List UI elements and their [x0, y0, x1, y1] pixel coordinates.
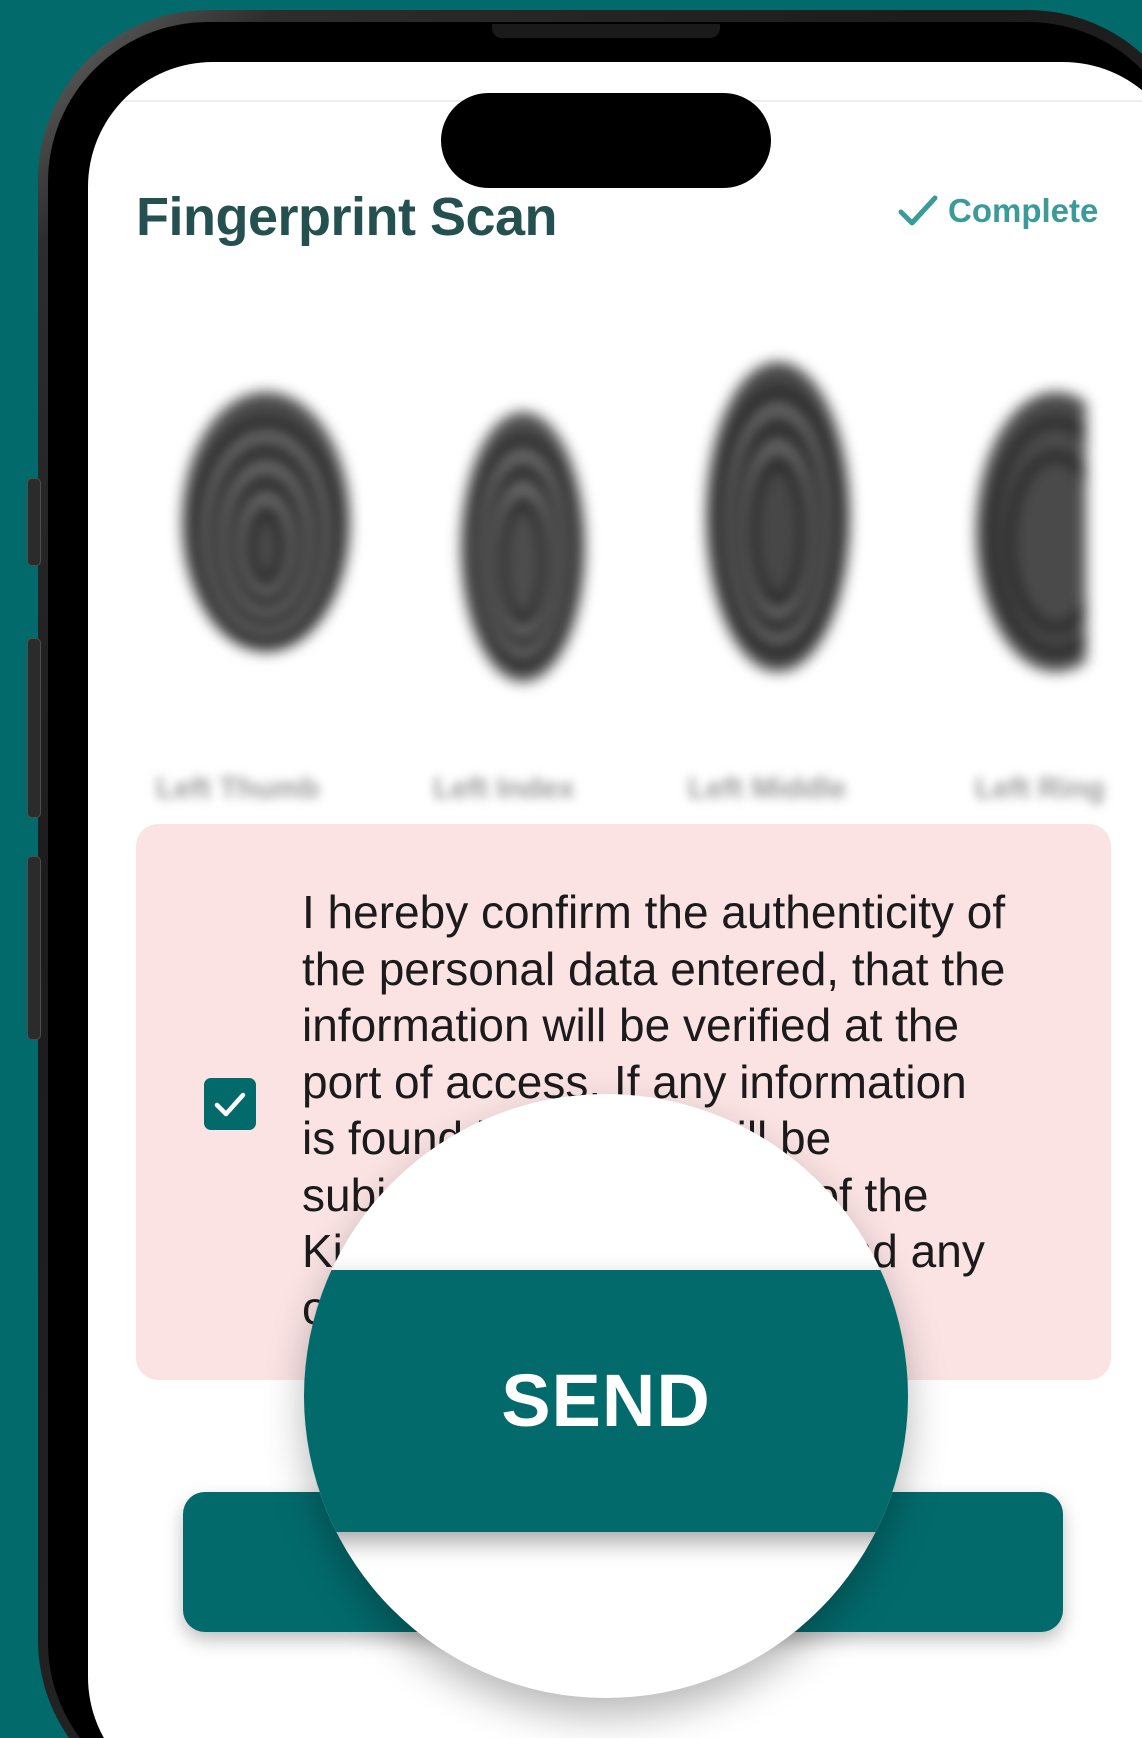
stage: Fingerprint Scan Complete Left Thumb Lef…	[0, 0, 1142, 1738]
speaker-grille	[492, 24, 720, 38]
fingerprint-label-left-thumb: Left Thumb	[156, 772, 320, 805]
magnifier-callout: SEND	[304, 1094, 908, 1698]
fingerprint-left-index	[461, 412, 585, 682]
send-button-zoomed[interactable]: SEND	[304, 1270, 908, 1532]
fingerprint-label-left-index: Left Index	[433, 772, 575, 805]
fingerprint-left-thumb	[182, 392, 350, 652]
send-button-label: SEND	[501, 1359, 711, 1442]
fingerprint-label-left-middle: Left Middle	[688, 772, 847, 805]
fingerprint-left-ring	[976, 392, 1086, 672]
volume-up-button	[27, 638, 41, 818]
action-button	[27, 478, 41, 566]
consent-checkbox[interactable]	[204, 1078, 256, 1130]
fingerprint-label-left-ring: Left Ring	[975, 772, 1105, 805]
fingerprint-left-middle	[706, 362, 850, 672]
checkmark-icon	[214, 1092, 246, 1117]
volume-down-button	[27, 856, 41, 1040]
